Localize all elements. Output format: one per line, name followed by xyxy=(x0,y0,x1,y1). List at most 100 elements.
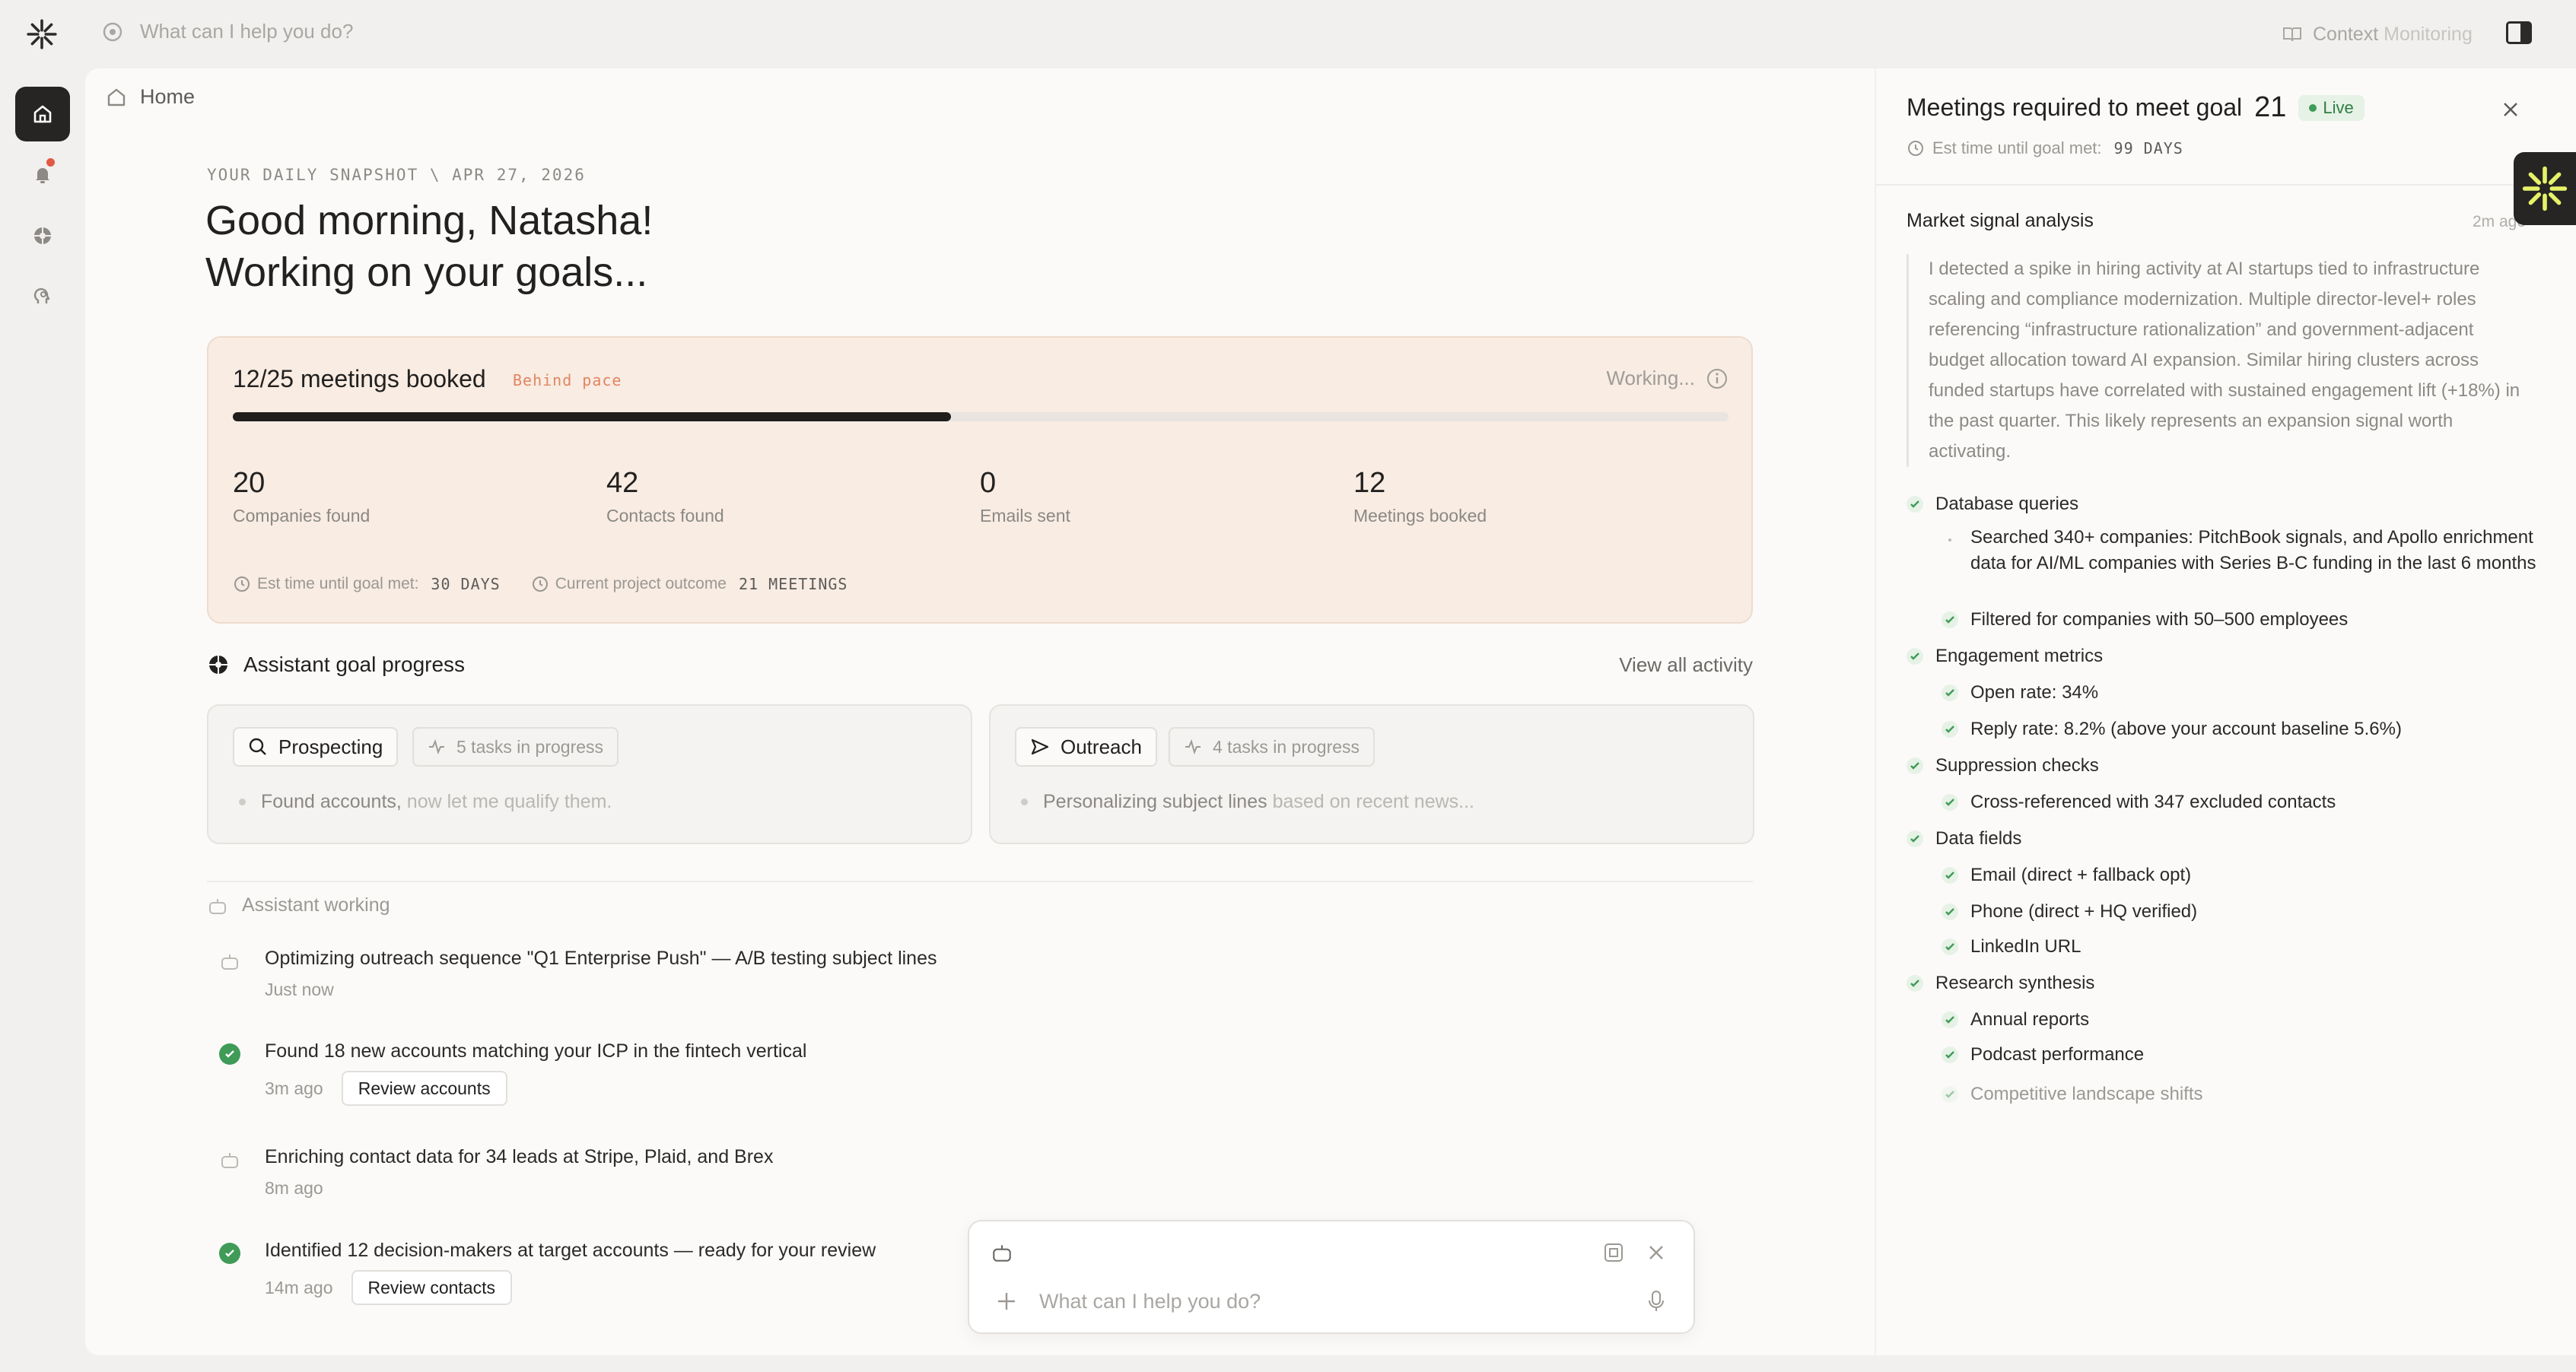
review-accounts-button[interactable]: Review accounts xyxy=(341,1071,507,1106)
rail-notifications-button[interactable] xyxy=(15,148,70,202)
tree-item-email: Email (direct + fallback opt) xyxy=(1942,862,2191,888)
panel-toggle-icon[interactable] xyxy=(2506,21,2532,44)
outreach-chip[interactable]: Outreach xyxy=(1015,727,1157,767)
chip-label: Outreach xyxy=(1061,735,1142,758)
robot-icon xyxy=(993,1245,1011,1262)
tree-label: Cross-referenced with 347 excluded conta… xyxy=(1970,792,2336,812)
check-circle-icon xyxy=(219,1243,240,1264)
detail-est-label: Est time until goal met: xyxy=(1932,138,2102,157)
divider xyxy=(1876,184,2576,186)
spark-icon xyxy=(2522,166,2568,211)
breadcrumb[interactable]: Home xyxy=(105,85,195,109)
assistant-launcher-icon[interactable] xyxy=(2514,152,2576,225)
clock-icon xyxy=(234,576,250,592)
stat-meetings: 12 Meetings booked xyxy=(1353,467,1487,526)
tree-item-podcast: Podcast performance xyxy=(1942,1042,2144,1068)
robot-icon xyxy=(221,954,238,970)
signal-title: Market signal analysis xyxy=(1907,210,2094,231)
task-text-fade: now let me qualify them. xyxy=(406,791,612,812)
stat-companies: 20 Companies found xyxy=(233,467,370,526)
task-text: Found accounts, xyxy=(261,791,402,812)
task-card-prospecting[interactable]: Prospecting 5 tasks in progress Found ac… xyxy=(207,704,972,844)
close-icon[interactable] xyxy=(1646,1243,1666,1262)
network-icon xyxy=(34,227,51,244)
tree-item-database[interactable]: Database queries xyxy=(1907,491,2078,517)
home-icon xyxy=(33,105,52,123)
home-icon xyxy=(107,88,126,106)
network-icon xyxy=(103,22,122,41)
assistant-progress-label: Assistant goal progress xyxy=(243,653,466,676)
activity-icon xyxy=(1185,739,1201,754)
top-bar: What can I help you do? Context Monitori… xyxy=(0,0,2576,68)
greeting-line2: Working on your goals... xyxy=(205,249,648,295)
rail-network-button[interactable] xyxy=(15,208,70,263)
tree-item-data-fields[interactable]: Data fields xyxy=(1907,826,2021,852)
tree-item-suppression[interactable]: Suppression checks xyxy=(1907,753,2099,779)
goal-progress-bar xyxy=(233,412,1728,421)
prospecting-chip[interactable]: Prospecting xyxy=(233,727,399,767)
live-dot xyxy=(2309,103,2317,112)
search-icon xyxy=(249,738,266,755)
tree-label: Open rate: 34% xyxy=(1970,682,2099,703)
stat-contacts: 42 Contacts found xyxy=(606,467,724,526)
close-icon[interactable] xyxy=(2500,99,2521,120)
bullet-dot xyxy=(239,799,246,805)
check-icon xyxy=(1942,904,1958,920)
expand-icon[interactable] xyxy=(1602,1241,1625,1264)
microphone-icon[interactable] xyxy=(1646,1290,1666,1313)
stat-value: 0 xyxy=(980,467,997,499)
activity-meta: 14m ago Review contacts xyxy=(265,1270,512,1305)
activity-text: Enriching contact data for 34 leads at S… xyxy=(265,1146,774,1167)
app-logo-icon[interactable] xyxy=(26,18,58,50)
task-text: Personalizing subject lines xyxy=(1043,791,1267,812)
activity-time: 3m ago xyxy=(265,1078,323,1098)
tasks-label: 4 tasks in progress xyxy=(1213,736,1360,757)
tree-item-cross-ref: Cross-referenced with 347 excluded conta… xyxy=(1942,789,2336,815)
task-card-outreach[interactable]: Outreach 4 tasks in progress Personalizi… xyxy=(989,704,1754,844)
check-circle-icon xyxy=(219,1043,240,1065)
tree-item-reply-rate: Reply rate: 8.2% (above your account bas… xyxy=(1942,716,2402,742)
pace-badge: Behind pace xyxy=(513,371,622,389)
tree-label: Database queries xyxy=(1935,494,2079,514)
stat-label: Meetings booked xyxy=(1353,506,1487,526)
tree-item-research[interactable]: Research synthesis xyxy=(1907,970,2094,996)
check-icon xyxy=(1907,648,1923,665)
detail-panel: Meetings required to meet goal 21 Live E… xyxy=(1876,68,2576,1355)
tree-item-searched: Searched 340+ companies: PitchBook signa… xyxy=(1942,525,2550,576)
activity-text: Found 18 new accounts matching your ICP … xyxy=(265,1040,807,1062)
context-monitoring-button[interactable]: Context Monitoring xyxy=(2267,17,2488,52)
clock-icon xyxy=(532,576,548,592)
tree-item-engagement[interactable]: Engagement metrics xyxy=(1907,643,2103,669)
tree-label: Filtered for companies with 50–500 emplo… xyxy=(1970,609,2349,630)
outcome-label: Current project outcome xyxy=(555,575,727,592)
tree-label: Searched 340+ companies: PitchBook signa… xyxy=(1970,527,2536,573)
tree-label: Engagement metrics xyxy=(1935,646,2104,666)
rail-home-button[interactable] xyxy=(15,87,70,141)
top-search[interactable]: What can I help you do? xyxy=(102,20,353,43)
greeting-line1: Good morning, Natasha! xyxy=(205,198,654,243)
activity-icon xyxy=(429,739,444,754)
robot-icon xyxy=(209,898,226,914)
goal-footer: Est time until goal met: 30 DAYS Current… xyxy=(233,575,878,593)
check-icon xyxy=(1942,1012,1958,1028)
tree-label: Suppression checks xyxy=(1935,755,2099,776)
tree-item-annual-reports: Annual reports xyxy=(1942,1007,2089,1033)
assistant-progress-header: Assistant goal progress View all activit… xyxy=(207,653,1753,677)
check-icon xyxy=(1942,1046,1958,1063)
check-icon xyxy=(1907,757,1923,774)
context-label: Context xyxy=(2313,23,2379,45)
est-time: Est time until goal met: 30 DAYS xyxy=(233,575,501,593)
est-label: Est time until goal met: xyxy=(257,575,419,592)
info-icon[interactable] xyxy=(1706,367,1728,390)
detail-title: Meetings required to meet goal xyxy=(1907,94,2243,121)
chat-composer[interactable]: What can I help you do? xyxy=(968,1220,1695,1334)
plus-icon[interactable] xyxy=(995,1290,1018,1313)
chat-input[interactable]: What can I help you do? xyxy=(1039,1290,1261,1313)
activity-meta: Just now xyxy=(265,980,334,1000)
dot-icon xyxy=(1942,529,1958,546)
live-badge: Live xyxy=(2298,94,2365,121)
goal-status-text: Working... xyxy=(1606,367,1695,389)
rail-brain-button[interactable] xyxy=(15,269,70,324)
view-all-activity-link[interactable]: View all activity xyxy=(1619,653,1753,677)
review-contacts-button[interactable]: Review contacts xyxy=(351,1270,512,1305)
